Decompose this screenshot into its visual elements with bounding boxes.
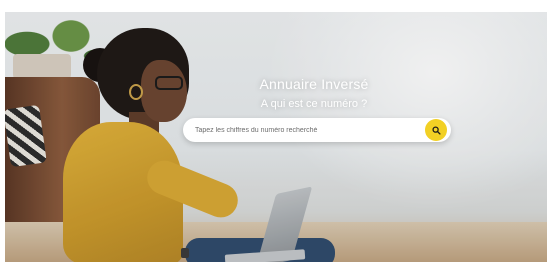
page: Annuaire Inversé A qui est ce numéro ? [0, 0, 549, 264]
search-icon [431, 125, 441, 135]
search-bar [183, 118, 451, 142]
phone-number-search-input[interactable] [195, 121, 415, 139]
hero-subtitle: A qui est ce numéro ? [260, 98, 368, 110]
search-button[interactable] [425, 119, 447, 141]
hero-title: Annuaire Inversé [259, 76, 369, 92]
